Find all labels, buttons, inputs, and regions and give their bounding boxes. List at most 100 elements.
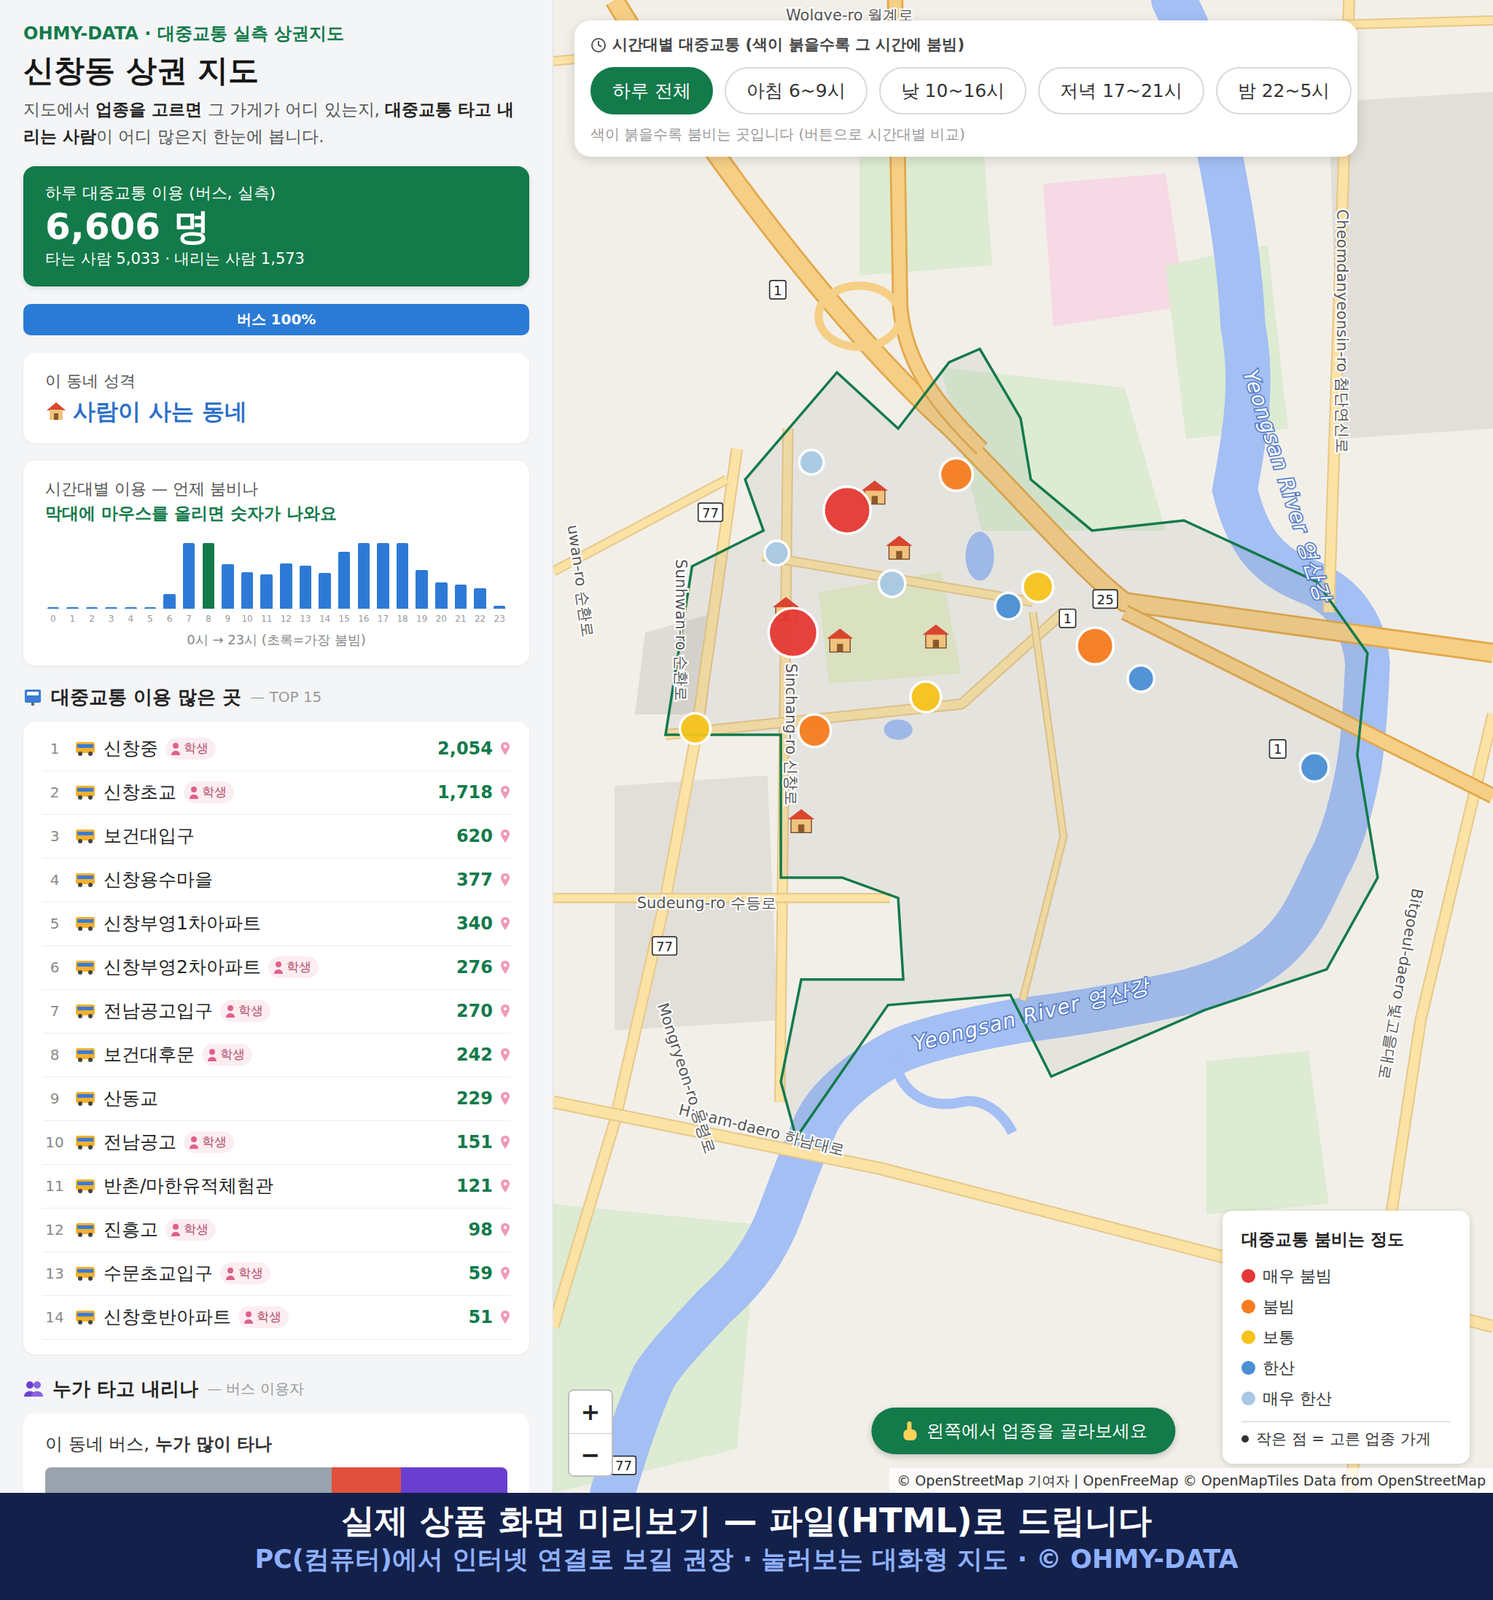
time-filter-button[interactable]: 저녁 17~21시 xyxy=(1038,67,1205,116)
hourly-bar[interactable] xyxy=(260,574,272,609)
hourly-bar[interactable] xyxy=(338,551,350,609)
stop-count: 242 xyxy=(456,1041,493,1068)
stop-marker[interactable] xyxy=(995,592,1022,619)
riders-bar-segment xyxy=(45,1467,332,1493)
hourly-bar[interactable] xyxy=(357,543,370,608)
stop-marker[interactable] xyxy=(1299,753,1329,782)
riders-bar xyxy=(45,1467,508,1493)
stop-marker[interactable] xyxy=(910,681,942,713)
riders-title: 누가 타고 내리나 xyxy=(52,1374,199,1404)
student-badge: 학생 xyxy=(268,956,319,979)
hourly-column xyxy=(452,536,469,609)
student-badge-label: 학생 xyxy=(201,782,227,802)
hourly-bar[interactable] xyxy=(396,543,409,608)
time-filter-button[interactable]: 낮 10~16시 xyxy=(879,67,1028,116)
hourly-bar[interactable] xyxy=(299,565,312,609)
hourly-tick: 20 xyxy=(433,612,450,626)
stop-row[interactable]: 3보건대입구620 xyxy=(42,815,511,859)
time-filter-button[interactable]: 하루 전체 xyxy=(590,67,713,116)
school-icon xyxy=(788,809,815,833)
hourly-bar[interactable] xyxy=(493,605,506,608)
stop-row[interactable]: 6신창부영2차아파트학생276 xyxy=(42,946,511,990)
stop-marker[interactable] xyxy=(798,714,832,748)
top-stops-title: 대중교통 이용 많은 곳 xyxy=(51,683,242,712)
hourly-bar[interactable] xyxy=(435,582,447,609)
hourly-bar[interactable] xyxy=(163,594,175,608)
hourly-bar[interactable] xyxy=(104,607,117,609)
description-segment: 지도에서 xyxy=(23,99,96,119)
hourly-bar[interactable] xyxy=(144,607,157,609)
hourly-bar[interactable] xyxy=(318,572,331,609)
stop-marker[interactable] xyxy=(680,713,711,745)
pin-icon xyxy=(500,1091,511,1106)
school-icon-roof xyxy=(788,809,815,820)
hourly-bar[interactable] xyxy=(86,607,98,609)
hourly-bar[interactable] xyxy=(279,563,292,608)
pin-icon xyxy=(500,1178,511,1194)
top-stops-heading: 대중교통 이용 많은 곳— TOP 15 xyxy=(23,683,530,712)
stop-marker[interactable] xyxy=(1076,627,1114,665)
pick-category-prompt[interactable]: 왼쪽에서 업종을 골라보세요 xyxy=(871,1407,1176,1455)
stop-row[interactable]: 2신창초교학생1,718 xyxy=(42,771,511,816)
stop-row[interactable]: 7전남공고입구학생270 xyxy=(42,989,511,1034)
bus-icon xyxy=(74,1003,97,1020)
route-shield xyxy=(611,1456,637,1475)
hourly-bar[interactable] xyxy=(415,570,428,609)
hourly-column xyxy=(472,536,489,609)
stop-marker[interactable] xyxy=(823,486,871,534)
interchange xyxy=(818,285,901,348)
stop-marker[interactable] xyxy=(764,540,790,566)
stop-row[interactable]: 5신창부영1차아파트340 xyxy=(42,902,511,947)
school-icon xyxy=(885,535,912,560)
stop-marker[interactable] xyxy=(768,607,818,657)
stop-marker[interactable] xyxy=(939,458,973,492)
stop-row[interactable]: 11반촌/마한유적체험관121 xyxy=(42,1164,511,1209)
pin-icon xyxy=(500,1222,511,1238)
stop-row[interactable]: 1신창중학생2,054 xyxy=(42,727,511,772)
zoom-out-button[interactable]: − xyxy=(569,1433,612,1476)
map-area-block xyxy=(1206,1051,1329,1215)
stop-marker[interactable] xyxy=(1022,571,1054,603)
hourly-tick: 3 xyxy=(103,612,120,626)
hourly-bar[interactable] xyxy=(473,588,486,608)
route-shield-label: 1 xyxy=(1063,610,1073,627)
hourly-bar[interactable] xyxy=(47,607,60,609)
route-shield-label: 77 xyxy=(702,505,719,521)
riders-bar-segment xyxy=(331,1467,401,1493)
hourly-bar[interactable] xyxy=(124,607,137,609)
hourly-bar[interactable] xyxy=(202,543,215,609)
stop-row[interactable]: 14신창호반아파트학생51 xyxy=(42,1296,511,1340)
hourly-bar[interactable] xyxy=(376,543,389,608)
student-badge-label: 학생 xyxy=(201,1132,227,1152)
stop-marker[interactable] xyxy=(878,570,905,598)
time-filter-button[interactable]: 아침 6~9시 xyxy=(724,67,868,116)
stop-count: 2,054 xyxy=(437,735,493,762)
stop-row[interactable]: 10전남공고학생151 xyxy=(42,1121,511,1165)
people-icon xyxy=(23,1380,44,1398)
hourly-bar[interactable] xyxy=(182,543,195,608)
description: 지도에서 업종을 고르면 그 가게가 어디 있는지, 대중교통 타고 내리는 사… xyxy=(23,96,530,151)
time-filter-panel: 시간대별 대중교통 (색이 붉을수록 그 시간에 붐빔)하루 전체아침 6~9시… xyxy=(574,20,1358,157)
hourly-bar[interactable] xyxy=(66,607,79,609)
hourly-chart xyxy=(45,536,508,610)
route-shield xyxy=(698,503,724,522)
zoom-in-button[interactable]: + xyxy=(569,1390,612,1434)
map[interactable]: 11177777725Wolgye-ro 월계로Sudeung-ro 수등로Ye… xyxy=(553,0,1493,1493)
stop-marker[interactable] xyxy=(798,449,824,475)
stop-name: 신창부영1차아파트 xyxy=(103,909,261,938)
stop-row[interactable]: 8보건대후문학생242 xyxy=(42,1033,511,1078)
stop-row[interactable]: 12진흥고학생98 xyxy=(42,1208,511,1253)
hourly-bar[interactable] xyxy=(454,584,467,609)
legend-dot xyxy=(1241,1299,1256,1314)
stop-row[interactable]: 9산동교229 xyxy=(42,1077,511,1122)
time-filter-button[interactable]: 밤 22~5시 xyxy=(1215,67,1353,116)
stop-marker[interactable] xyxy=(1127,665,1155,692)
pin-icon xyxy=(500,741,511,756)
hourly-bar[interactable] xyxy=(241,572,253,608)
hourly-bar[interactable] xyxy=(221,564,234,609)
stop-row[interactable]: 13수문초교입구학생59 xyxy=(42,1252,511,1297)
stop-rank: 8 xyxy=(42,1043,68,1066)
stop-rank: 1 xyxy=(42,737,68,760)
stop-row[interactable]: 4신창용수마을377 xyxy=(42,858,511,903)
bus-icon xyxy=(74,1090,97,1107)
